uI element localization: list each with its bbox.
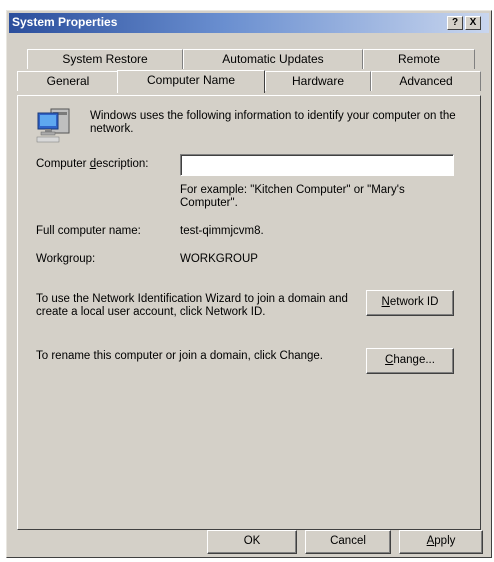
- tab-advanced[interactable]: Advanced: [371, 71, 481, 91]
- tab-system-restore[interactable]: System Restore: [27, 49, 183, 69]
- close-button[interactable]: X: [465, 16, 481, 30]
- tab-label: Advanced: [399, 74, 453, 88]
- change-button[interactable]: Change...: [366, 348, 454, 374]
- tab-computer-name[interactable]: Computer Name: [117, 70, 265, 93]
- button-accel-key: N: [381, 296, 390, 308]
- tab-label: General: [46, 74, 90, 88]
- button-label: pply: [434, 535, 456, 547]
- tab-automatic-updates[interactable]: Automatic Updates: [183, 49, 363, 69]
- close-icon: X: [469, 17, 477, 28]
- rename-description: To rename this computer or join a domain…: [36, 350, 324, 362]
- help-button[interactable]: ?: [447, 16, 463, 30]
- tab-general[interactable]: General: [17, 71, 119, 91]
- computer-description-label: Computer description:: [36, 158, 149, 170]
- network-id-button[interactable]: Network ID: [366, 290, 454, 316]
- button-label: hange...: [393, 354, 435, 366]
- ok-button[interactable]: OK: [207, 530, 297, 554]
- tab-label: Automatic Updates: [222, 52, 324, 66]
- button-label: OK: [243, 535, 261, 547]
- cancel-button[interactable]: Cancel: [305, 530, 391, 554]
- computer-description-input[interactable]: [180, 154, 454, 176]
- button-label: Cancel: [330, 535, 366, 547]
- workgroup-value: WORKGROUP: [180, 253, 258, 265]
- label-part: Computer: [36, 158, 90, 170]
- network-id-description: To use the Network Identification Wizard…: [36, 293, 348, 318]
- full-computer-name-value: test-qimmjcvm8.: [180, 225, 264, 237]
- title-bar[interactable]: System Properties ? X: [9, 13, 489, 33]
- workgroup-label: Workgroup:: [36, 253, 96, 265]
- tab-label: System Restore: [62, 52, 148, 66]
- tab-label: Remote: [397, 52, 441, 66]
- tab-label: Computer Name: [146, 73, 236, 87]
- description-example-text: For example: "Kitchen Computer" or "Mary…: [180, 184, 405, 209]
- label-part: escription:: [96, 158, 149, 170]
- tab-remote[interactable]: Remote: [363, 49, 475, 69]
- help-icon: ?: [451, 17, 459, 28]
- tab-hardware[interactable]: Hardware: [265, 71, 371, 91]
- computer-name-panel: Windows uses the following information t…: [17, 95, 481, 530]
- tab-label: Hardware: [291, 74, 345, 88]
- computer-network-icon: [34, 106, 74, 146]
- intro-text: Windows uses the following information t…: [90, 110, 456, 135]
- button-label: etwork ID: [389, 296, 439, 308]
- full-computer-name-label: Full computer name:: [36, 225, 141, 237]
- apply-button[interactable]: Apply: [399, 530, 483, 554]
- window-title: System Properties: [12, 15, 118, 29]
- system-properties-window: System Properties ? X System Restore Aut…: [6, 10, 492, 558]
